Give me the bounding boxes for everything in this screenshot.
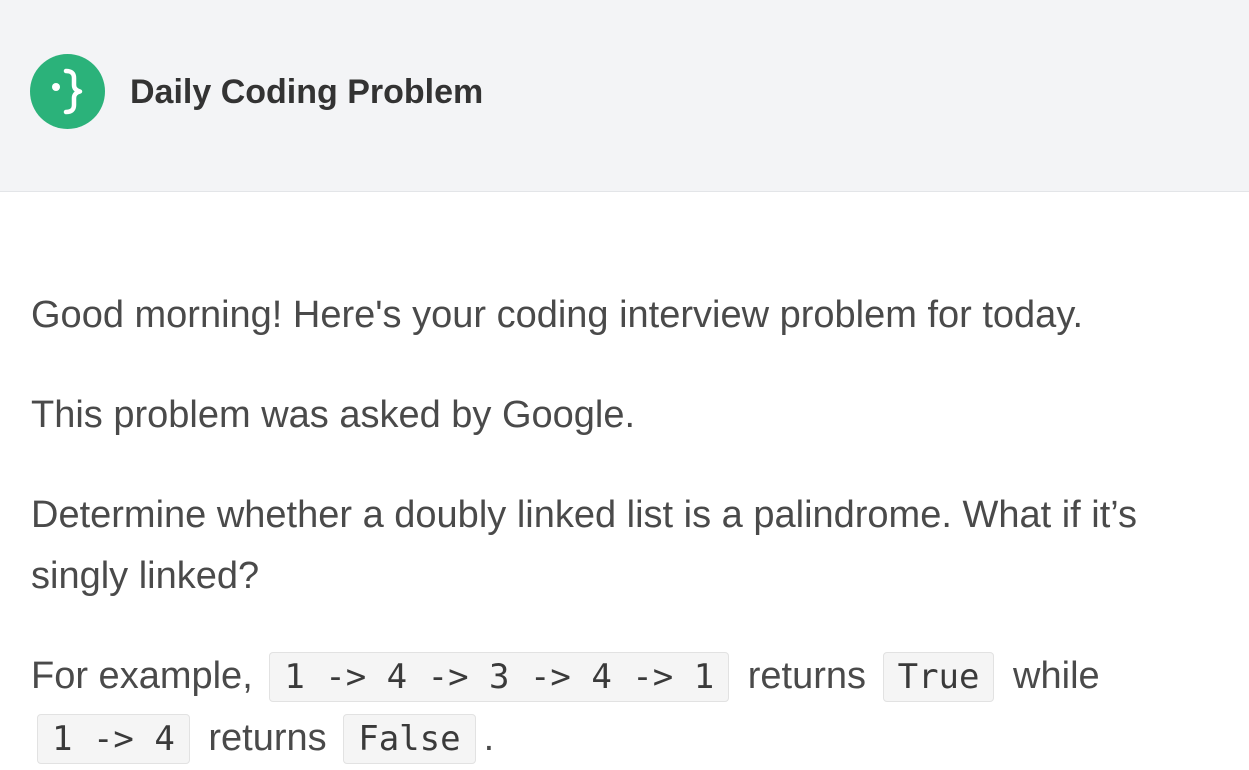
example-prefix: For example, xyxy=(31,655,253,697)
example-code-true: True xyxy=(882,652,995,702)
example-returns-label-2: returns xyxy=(208,717,327,759)
example-paragraph: For example, 1 -> 4 -> 3 -> 4 -> 1 retur… xyxy=(31,646,1221,770)
example-returns-label: returns xyxy=(747,655,867,697)
example-code-input-long: 1 -> 4 -> 3 -> 4 -> 1 xyxy=(269,652,730,702)
greeting-text: Good morning! Here's your coding intervi… xyxy=(31,294,1084,336)
asked-by-text: This problem was asked by Google. xyxy=(31,394,636,436)
brand-title[interactable]: Daily Coding Problem xyxy=(130,72,483,112)
problem-text: Determine whether a doubly linked list i… xyxy=(31,494,1138,597)
email-header: Daily Coding Problem xyxy=(0,0,1249,192)
curly-brace-logo-icon xyxy=(30,54,105,129)
example-suffix: . xyxy=(483,717,495,759)
email-body: Good morning! Here's your coding intervi… xyxy=(31,285,1221,770)
example-code-input-short: 1 -> 4 xyxy=(37,714,190,764)
example-while-label: while xyxy=(1013,655,1100,697)
logo-glyph xyxy=(52,68,83,115)
example-code-false: False xyxy=(343,714,476,764)
